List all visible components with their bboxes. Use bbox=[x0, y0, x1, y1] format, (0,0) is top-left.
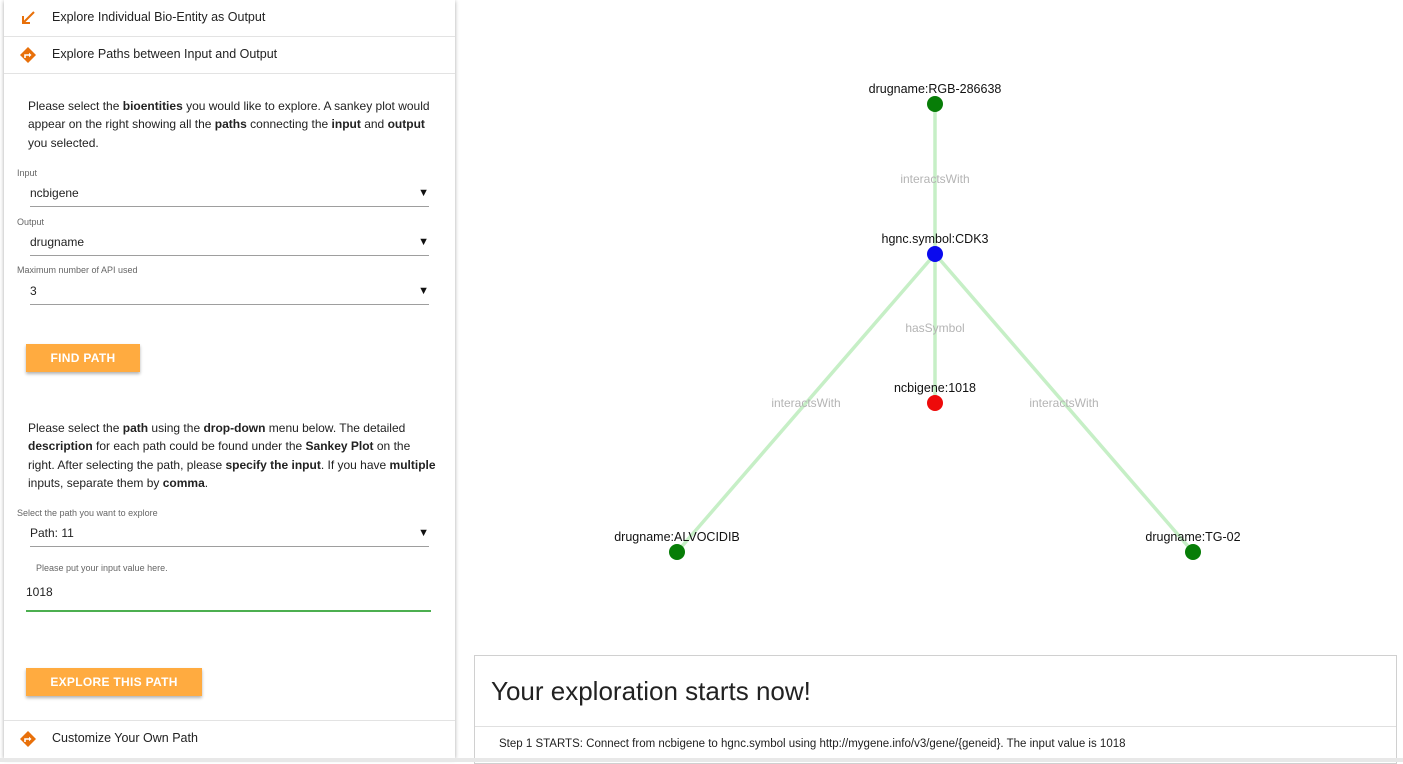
text-segment: Please select the bbox=[28, 99, 123, 113]
output-label: Output bbox=[17, 217, 45, 227]
node-alvo[interactable] bbox=[669, 544, 685, 560]
input-select[interactable]: ncbigene ▼ bbox=[30, 182, 429, 207]
text-segment: multiple bbox=[389, 457, 436, 472]
node-drug_rgb[interactable] bbox=[927, 96, 943, 112]
nav-explore-bio-entity[interactable]: Explore Individual Bio-Entity as Output bbox=[4, 0, 455, 37]
text-segment: Sankey Plot bbox=[305, 439, 374, 454]
input-value-label: Please put your input value here. bbox=[36, 563, 168, 573]
text-segment: paths bbox=[214, 117, 247, 132]
input-label: Input bbox=[17, 168, 38, 178]
graph-area: interactsWith hasSymbol interactsWith inter… bbox=[462, 0, 1403, 762]
edge-label: interactsWith bbox=[900, 172, 969, 186]
text-segment: menu below. The detailed bbox=[265, 421, 406, 435]
dropdown-arrow-icon: ▼ bbox=[418, 527, 429, 539]
nav-customize-path[interactable]: Customize Your Own Path bbox=[4, 720, 455, 757]
output-select[interactable]: drugname ▼ bbox=[30, 231, 429, 256]
max-api-label: Maximum number of API used bbox=[17, 265, 138, 275]
edge-label: interactsWith bbox=[1029, 396, 1098, 410]
max-api-select-value: 3 bbox=[30, 284, 37, 298]
text-segment: input bbox=[331, 117, 361, 132]
window-bottom-edge bbox=[0, 758, 1403, 762]
text-segment: inputs, separate them by bbox=[28, 475, 163, 490]
directions-icon bbox=[20, 731, 36, 747]
dropdown-arrow-icon: ▼ bbox=[418, 236, 429, 248]
arrow-down-left-icon bbox=[22, 11, 35, 24]
node-ncbi[interactable] bbox=[927, 395, 943, 411]
node-cdk3[interactable] bbox=[927, 246, 943, 262]
dropdown-arrow-icon: ▼ bbox=[418, 187, 429, 199]
nav-explore-paths-label: Explore Paths between Input and Output bbox=[52, 47, 278, 61]
node-label-tg02: drugname:TG-02 bbox=[1145, 530, 1240, 544]
text-segment: for each path could be found under the bbox=[92, 439, 306, 454]
input-value-text: 1018 bbox=[26, 585, 53, 599]
directions-icon bbox=[20, 47, 36, 63]
find-path-button[interactable]: FIND PATH bbox=[26, 344, 140, 372]
exploration-card: Your exploration starts now! Step 1 STAR… bbox=[474, 655, 1397, 764]
intro-text: Please select the bioentities you would … bbox=[28, 97, 440, 152]
node-label-cdk3: hgnc.symbol:CDK3 bbox=[882, 232, 989, 246]
nav-explore-bio-entity-label: Explore Individual Bio-Entity as Output bbox=[52, 10, 266, 24]
left-panel: Explore Individual Bio-Entity as Output … bbox=[4, 0, 455, 758]
text-segment: drop-down bbox=[203, 421, 266, 435]
text-segment: Please select the bbox=[28, 421, 123, 435]
text-segment: comma bbox=[162, 475, 205, 490]
node-label-alvo: drugname:ALVOCIDIB bbox=[614, 530, 740, 544]
network-graph: interactsWith hasSymbol interactsWith inter… bbox=[614, 82, 1241, 560]
output-select-value: drugname bbox=[30, 235, 85, 249]
path-instructions-text: Please select the path using the drop-do… bbox=[28, 419, 440, 492]
node-label-ncbi: ncbigene:1018 bbox=[894, 381, 976, 395]
edge-label: interactsWith bbox=[771, 396, 840, 410]
input-value-field[interactable]: 1018 bbox=[26, 580, 431, 612]
text-segment: output bbox=[387, 117, 425, 132]
node-label-drug_rgb: drugname:RGB-286638 bbox=[869, 82, 1002, 96]
text-segment: connecting the bbox=[246, 117, 332, 132]
text-segment: description bbox=[28, 439, 93, 454]
text-segment: using the bbox=[148, 421, 204, 435]
text-segment: bioentities bbox=[122, 99, 183, 113]
input-select-value: ncbigene bbox=[30, 186, 79, 200]
exploration-title: Your exploration starts now! bbox=[491, 676, 811, 706]
text-segment: specify the input bbox=[225, 457, 321, 472]
dropdown-arrow-icon: ▼ bbox=[418, 285, 429, 297]
text-segment: and bbox=[360, 117, 388, 132]
node-tg02[interactable] bbox=[1185, 544, 1201, 560]
edge-label: hasSymbol bbox=[905, 321, 964, 335]
exploration-step-text: Step 1 STARTS: Connect from ncbigene to … bbox=[499, 738, 1126, 750]
nav-customize-path-label: Customize Your Own Path bbox=[52, 731, 198, 745]
path-select-value: Path: 11 bbox=[30, 526, 74, 540]
path-select[interactable]: Path: 11 ▼ bbox=[30, 522, 429, 547]
max-api-select[interactable]: 3 ▼ bbox=[30, 280, 429, 305]
path-select-label: Select the path you want to explore bbox=[17, 508, 158, 518]
text-segment: path bbox=[122, 421, 149, 435]
divider bbox=[475, 726, 1396, 727]
explore-path-button[interactable]: EXPLORE THIS PATH bbox=[26, 668, 202, 696]
nav-explore-paths[interactable]: Explore Paths between Input and Output bbox=[4, 37, 455, 74]
text-segment: . bbox=[204, 475, 209, 490]
text-segment: you selected. bbox=[28, 135, 99, 150]
text-segment: . If you have bbox=[320, 457, 390, 472]
